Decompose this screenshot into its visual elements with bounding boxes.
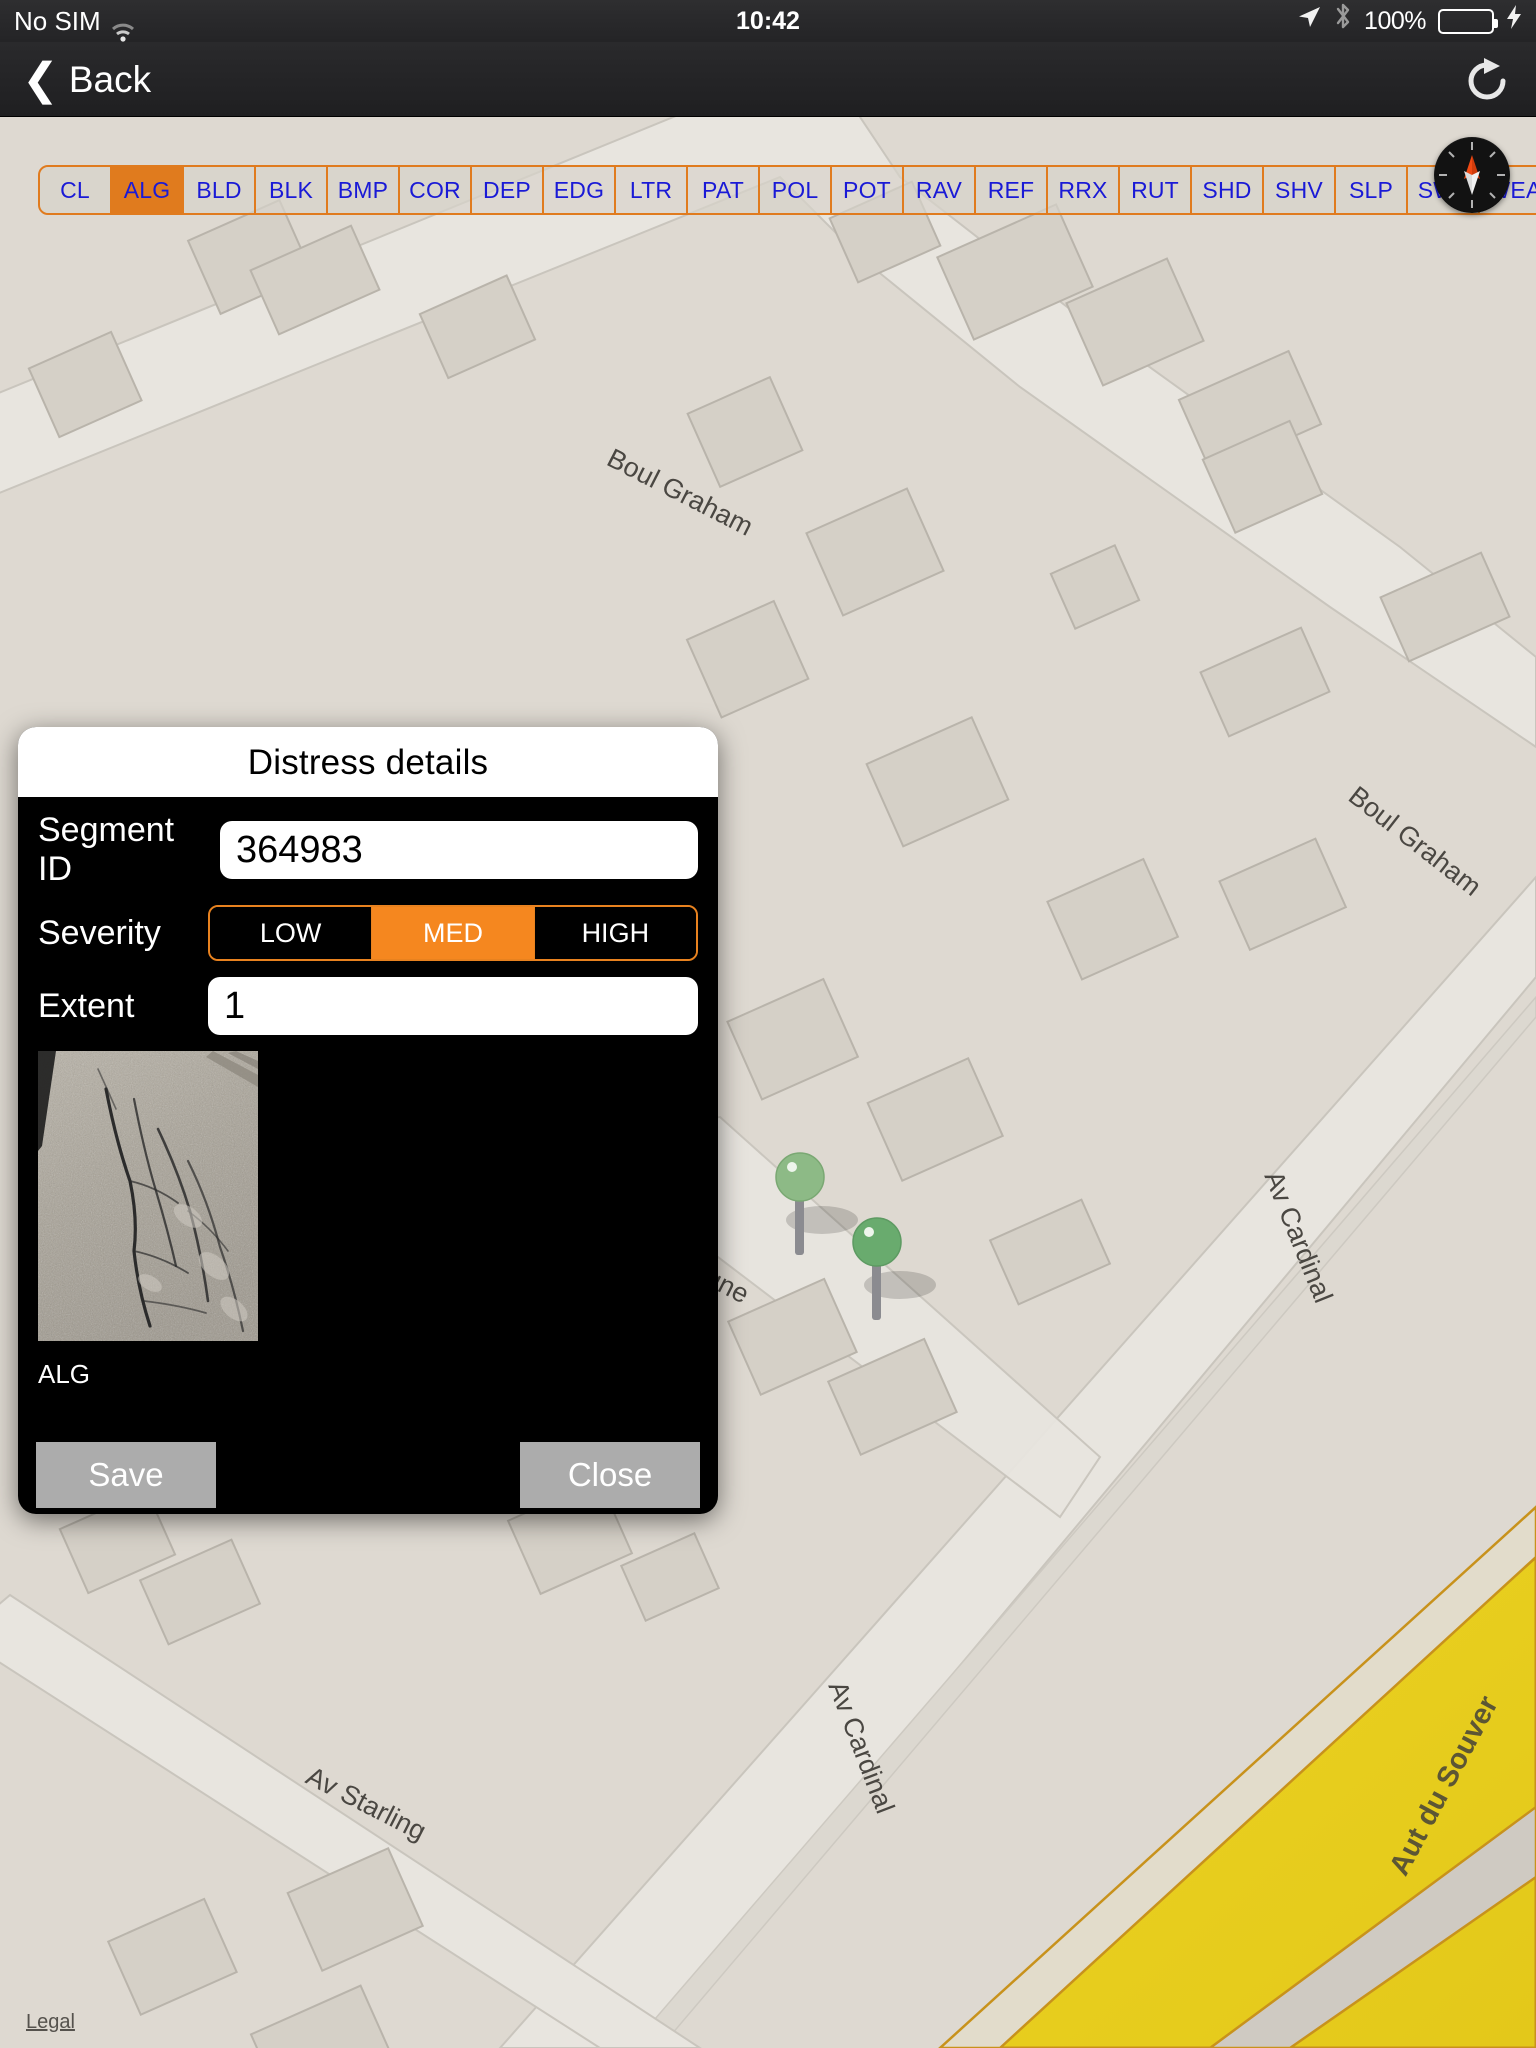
chevron-left-icon: ❮ [22,54,59,104]
code-tab-pot[interactable]: POT [832,167,904,213]
distress-code-tabstrip[interactable]: CL ALG BLD BLK BMP COR DEP EDG LTR PAT P… [38,165,1536,215]
compass-glyph [1435,138,1509,212]
battery-percent-label: 100% [1364,7,1426,35]
code-tab-dep[interactable]: DEP [472,167,544,213]
severity-option-high[interactable]: HIGH [534,907,696,959]
code-tab-rut[interactable]: RUT [1120,167,1192,213]
dialog-body: Segment ID 364983 Severity LOW MED HIGH … [18,797,718,1442]
code-tab-cl[interactable]: CL [40,167,112,213]
code-tab-bld[interactable]: BLD [184,167,256,213]
extent-row: Extent 1 [38,977,698,1035]
close-button[interactable]: Close [520,1442,700,1508]
code-tab-blk[interactable]: BLK [256,167,328,213]
bluetooth-icon [1334,0,1352,42]
severity-option-med[interactable]: MED [372,907,535,959]
code-tab-pat[interactable]: PAT [688,167,760,213]
battery-icon [1438,8,1498,34]
segment-id-input[interactable]: 364983 [220,821,698,879]
code-tab-alg[interactable]: ALG [112,167,184,213]
code-tab-pol[interactable]: POL [760,167,832,213]
code-tab-shd[interactable]: SHD [1192,167,1264,213]
status-bar-right: 100% [1296,0,1522,42]
back-button-label: Back [68,58,152,100]
dialog-title: Distress details [18,727,718,797]
code-tab-ref[interactable]: REF [976,167,1048,213]
extent-label: Extent [38,986,135,1025]
location-glyph [1299,7,1321,27]
extent-input[interactable]: 1 [208,977,698,1035]
pavement-crack-photo[interactable] [38,1051,258,1341]
code-tab-edg[interactable]: EDG [544,167,616,213]
code-tab-rav[interactable]: RAV [904,167,976,213]
severity-row: Severity LOW MED HIGH [38,905,698,961]
severity-segmented-control[interactable]: LOW MED HIGH [208,905,698,961]
severity-option-low[interactable]: LOW [210,907,373,959]
photo-thumbnail-wrap [38,1051,698,1341]
code-tab-bmp[interactable]: BMP [328,167,400,213]
code-tab-rrx[interactable]: RRX [1048,167,1120,213]
code-tab-shv[interactable]: SHV [1264,167,1336,213]
segment-id-label: Segment ID [38,811,175,888]
photo-raster [38,1051,258,1341]
location-arrow-icon [1296,0,1322,42]
refresh-button[interactable] [1462,56,1512,106]
navigation-bar: ❮ Back [0,42,1536,117]
dialog-actions: Save Close [18,1442,718,1514]
code-tab-slp[interactable]: SLP [1336,167,1408,213]
code-tab-ltr[interactable]: LTR [616,167,688,213]
photo-caption: ALG [38,1359,91,1389]
bluetooth-glyph [1336,3,1350,29]
refresh-icon [1468,58,1506,100]
lightning-bolt-icon [1506,0,1522,42]
compass-icon[interactable] [1434,137,1510,213]
code-tab-cor[interactable]: COR [400,167,472,213]
charging-glyph [1507,5,1521,29]
distress-details-dialog: Distress details Segment ID 364983 Sever… [18,727,718,1514]
back-button[interactable]: ❮ Back [22,42,151,117]
severity-label: Severity [38,913,161,952]
segment-id-row: Segment ID 364983 [38,811,698,889]
legal-link[interactable]: Legal [26,2011,75,2034]
status-bar: No SIM 10:42 100% [0,0,1536,42]
save-button[interactable]: Save [36,1442,216,1508]
app-screen: Boul Graham Boul Graham Av Cardinal Av C… [0,0,1536,2048]
